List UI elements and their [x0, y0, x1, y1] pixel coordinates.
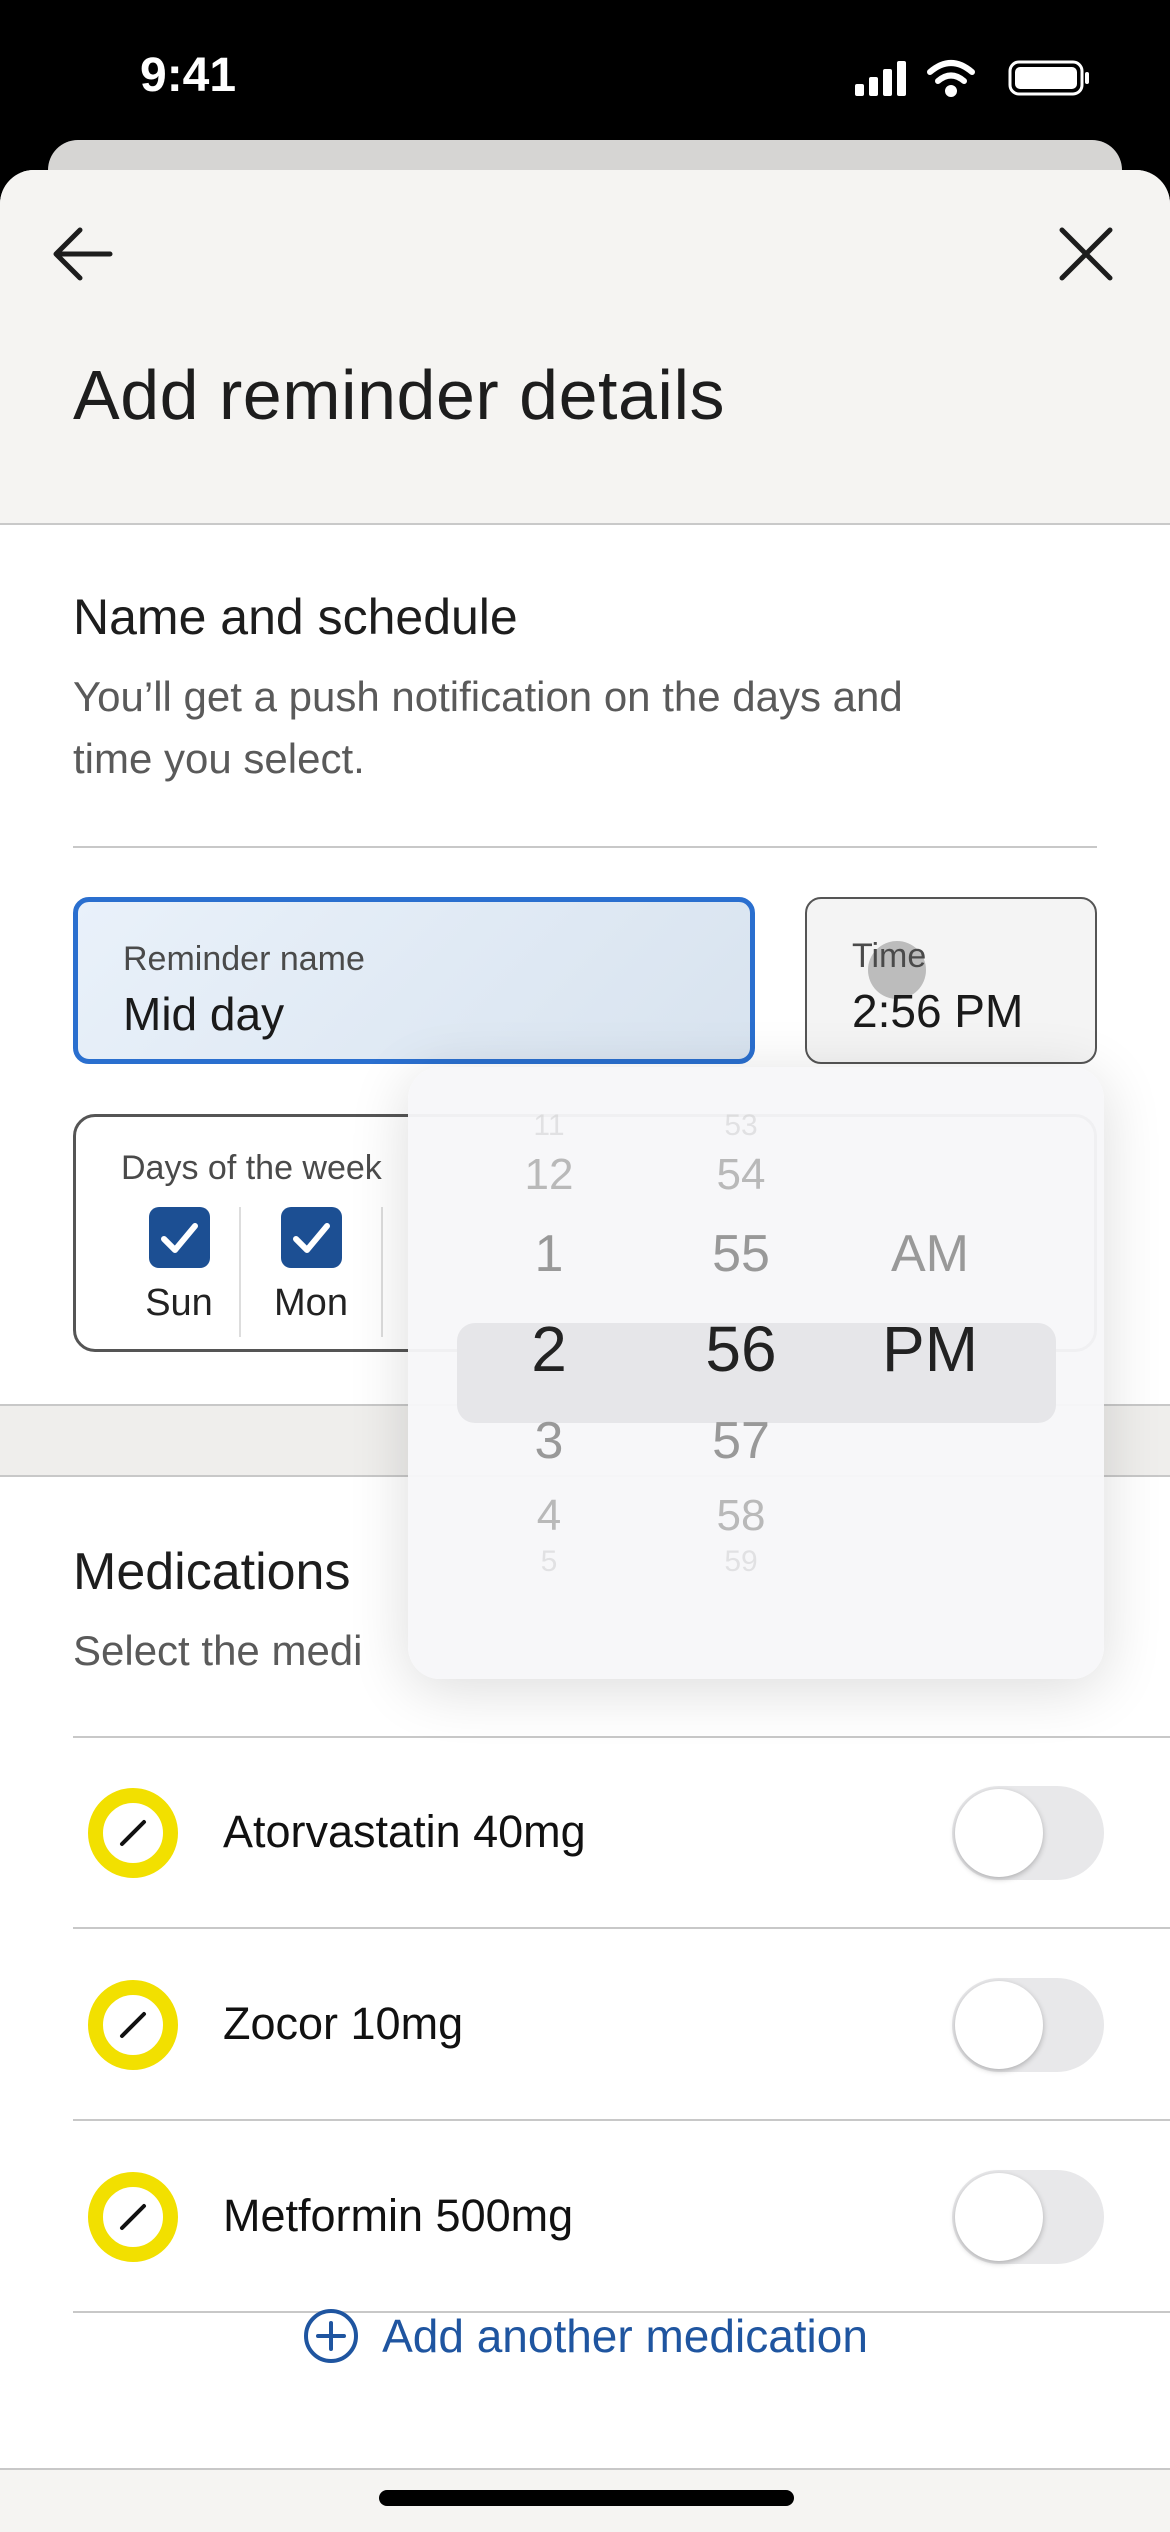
close-icon[interactable] [1058, 226, 1114, 282]
day-label: Mon [274, 1282, 348, 1324]
picker-hour-option[interactable]: 4 [449, 1491, 649, 1541]
medication-row: Atorvastatin 40mg [73, 1738, 1170, 1929]
divider [73, 846, 1097, 848]
toggle-knob [955, 1981, 1043, 2069]
picker-minute-option[interactable]: 59 [641, 1545, 841, 1579]
picker-minute-option[interactable]: 57 [641, 1411, 841, 1471]
sheet-header: Add reminder details [0, 170, 1170, 525]
checkbox-checked[interactable] [148, 1207, 210, 1268]
picker-hour-option[interactable]: 5 [449, 1545, 649, 1579]
picker-period-option[interactable]: AM [830, 1224, 1030, 1284]
picker-hour-option[interactable]: 3 [449, 1411, 649, 1471]
cellular-signal-icon [855, 61, 906, 96]
checkbox-checked[interactable] [280, 1207, 342, 1268]
add-medication-button[interactable]: Add another medication [0, 2305, 1170, 2365]
home-indicator [379, 2490, 794, 2506]
picker-minute-option[interactable]: 55 [641, 1224, 841, 1284]
picker-minute-option[interactable]: 53 [641, 1109, 841, 1143]
medication-name: Zocor 10mg [223, 1998, 464, 2049]
subtitle-line: time you select. [73, 735, 365, 782]
time-picker[interactable]: 11 12 1 2 3 4 5 53 54 55 56 57 58 59 AM PM [408, 1067, 1104, 1679]
days-label: Days of the week [121, 1149, 382, 1187]
status-icons [855, 60, 1089, 97]
arrow-left-icon[interactable] [50, 222, 114, 286]
day-label: Sun [145, 1282, 213, 1324]
reminder-name-value: Mid day [123, 988, 285, 1040]
pill-icon [88, 1980, 178, 2070]
reminder-name-label: Reminder name [123, 940, 365, 978]
picker-hour-option[interactable]: 1 [449, 1224, 649, 1284]
subtitle-line: You’ll get a push notification on the da… [73, 673, 903, 720]
medication-row: Zocor 10mg [73, 1930, 1170, 2121]
toggle-knob [955, 1789, 1043, 1877]
add-medication-label: Add another medication [382, 2309, 868, 2362]
toggle-knob [955, 2173, 1043, 2261]
checkmark-icon [161, 1222, 198, 1253]
picker-minute-option[interactable]: 58 [641, 1491, 841, 1541]
time-value: 2:56 PM [852, 985, 1024, 1037]
day-mon[interactable]: Mon [241, 1207, 381, 1325]
time-label: Time [852, 937, 927, 975]
status-time: 9:41 [140, 49, 237, 102]
battery-icon [1008, 60, 1089, 96]
picker-period-option[interactable]: PM [830, 1312, 1030, 1386]
section-heading-schedule: Name and schedule [73, 589, 518, 645]
medication-name: Metformin 500mg [223, 2190, 574, 2241]
medication-toggle[interactable] [952, 2170, 1104, 2264]
divider [381, 1207, 383, 1337]
schedule-subtitle: You’ll get a push notification on the da… [73, 666, 903, 790]
medication-row: Metformin 500mg [73, 2122, 1170, 2313]
picker-hour-option[interactable]: 12 [449, 1150, 649, 1200]
medication-name: Atorvastatin 40mg [223, 1806, 586, 1857]
pill-icon [88, 2172, 178, 2262]
picker-minute-option[interactable]: 54 [641, 1150, 841, 1200]
picker-minute-option[interactable]: 56 [641, 1312, 841, 1386]
pill-icon [88, 1788, 178, 1878]
medications-subtitle: Select the medi [73, 1627, 363, 1674]
plus-circle-icon [304, 2308, 359, 2363]
checkmark-icon [293, 1222, 330, 1253]
page-title: Add reminder details [73, 356, 725, 434]
picker-hour-option[interactable]: 11 [449, 1109, 649, 1143]
medication-toggle[interactable] [952, 1786, 1104, 1880]
picker-hour-option[interactable]: 2 [449, 1312, 649, 1386]
medication-toggle[interactable] [952, 1978, 1104, 2072]
time-field[interactable]: Time 2:56 PM [805, 897, 1097, 1064]
section-heading-medications: Medications [73, 1543, 351, 1601]
reminder-name-input[interactable]: Reminder name Mid day [73, 897, 755, 1064]
wifi-icon [927, 60, 975, 97]
day-sun[interactable]: Sun [119, 1207, 239, 1325]
